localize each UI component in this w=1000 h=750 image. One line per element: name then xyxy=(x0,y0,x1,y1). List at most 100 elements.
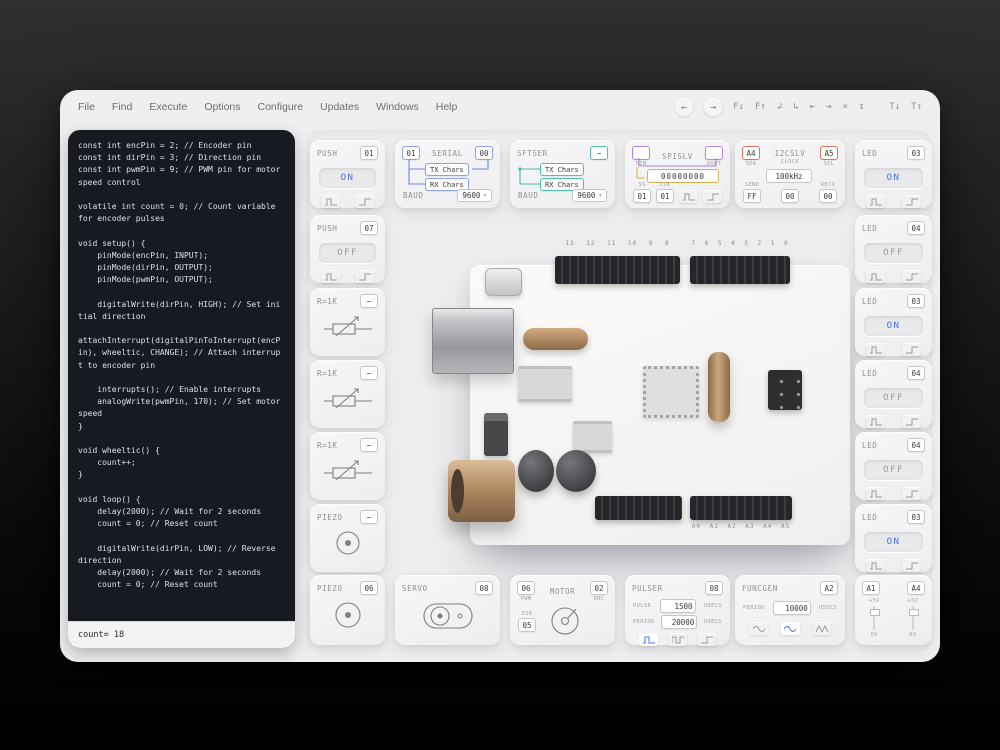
sda-pin[interactable]: A4 xyxy=(742,146,760,160)
collapse-button[interactable]: − xyxy=(360,510,378,524)
pin-assignment[interactable]: 06 xyxy=(360,581,378,595)
square-wave-icon[interactable] xyxy=(668,633,687,646)
font-increase-icon[interactable]: F↑ xyxy=(755,102,766,112)
ch2-slider-handle[interactable] xyxy=(909,609,919,616)
ch2-slider[interactable] xyxy=(912,606,914,630)
code-editor[interactable]: const int encPin = 2; // Encoder pin con… xyxy=(68,130,295,648)
level-view-icon[interactable] xyxy=(902,195,921,208)
nav-back-icon[interactable]: ← xyxy=(675,98,693,116)
pin-assignment[interactable]: 07 xyxy=(360,221,378,235)
pin-assignment[interactable]: 01 xyxy=(360,146,378,160)
toggle-mode-icon[interactable] xyxy=(355,270,374,283)
led-state-button[interactable]: OFF xyxy=(864,388,923,408)
collapse-button[interactable]: − xyxy=(590,146,608,160)
tx-pin[interactable]: 01 xyxy=(402,146,420,160)
spi-data-display[interactable]: 00000000 xyxy=(647,169,719,183)
dir-pin[interactable]: 05 xyxy=(518,618,536,632)
jump-back-icon[interactable]: ↲ xyxy=(777,102,782,112)
nav-forward-icon[interactable]: → xyxy=(704,98,722,116)
pulse-view-icon[interactable] xyxy=(866,195,885,208)
pin-assignment[interactable]: 04 xyxy=(907,438,925,452)
led-state-button[interactable]: ON xyxy=(864,316,923,336)
menu-updates[interactable]: Updates xyxy=(320,101,359,113)
send-value[interactable]: FF xyxy=(743,189,761,203)
pulse-view-icon[interactable] xyxy=(866,559,885,572)
rx-value[interactable]: 00 xyxy=(781,189,799,203)
triangle-wave-icon[interactable] xyxy=(781,622,800,635)
pulse-value[interactable]: 1500 xyxy=(660,599,696,613)
collapse-button[interactable]: − xyxy=(360,366,378,380)
indent-icon[interactable]: ⇥ xyxy=(826,102,831,112)
pulse-view-icon[interactable] xyxy=(866,415,885,428)
ch1-slider[interactable] xyxy=(873,606,875,630)
pin-assignment[interactable]: 03 xyxy=(907,510,925,524)
ss-pin[interactable]: 01 xyxy=(633,189,651,203)
pwm-pin[interactable]: 06 xyxy=(517,581,535,595)
pulse-view-icon[interactable] xyxy=(866,343,885,356)
menu-windows[interactable]: Windows xyxy=(376,101,419,113)
pin-assignment[interactable]: 04 xyxy=(907,366,925,380)
pulse-wave-icon[interactable] xyxy=(639,633,658,646)
led-state-button[interactable]: ON xyxy=(864,168,923,188)
jump-forward-icon[interactable]: ↳ xyxy=(793,102,798,112)
digital-pin-header-left[interactable] xyxy=(555,256,680,284)
collapse-button[interactable]: − xyxy=(360,294,378,308)
menu-help[interactable]: Help xyxy=(436,101,458,113)
momentary-mode-icon[interactable] xyxy=(321,195,340,208)
icsp-header[interactable] xyxy=(768,370,802,410)
pin-assignment[interactable]: 03 xyxy=(907,146,925,160)
channel-2-pin[interactable]: A4 xyxy=(907,581,925,595)
clock-rate-display[interactable]: 100kHz xyxy=(766,169,812,183)
recv-value[interactable]: 00 xyxy=(819,189,837,203)
level-view-icon[interactable] xyxy=(902,487,921,500)
baud-select[interactable]: 9600▾ xyxy=(572,189,607,202)
pin-assignment[interactable]: A2 xyxy=(820,581,838,595)
level-view-icon[interactable] xyxy=(902,559,921,572)
push-state-button[interactable]: OFF xyxy=(319,243,376,263)
pin-assignment[interactable]: 08 xyxy=(705,581,723,595)
baud-select[interactable]: 9600▾ xyxy=(457,189,492,202)
menu-find[interactable]: Find xyxy=(112,101,132,113)
clock-mode-icon[interactable] xyxy=(679,190,698,203)
sample-mode-icon[interactable] xyxy=(703,190,722,203)
tx-chars-button[interactable]: TX Chars xyxy=(540,163,584,176)
menu-file[interactable]: File xyxy=(78,101,95,113)
download-icon[interactable]: ↧ xyxy=(859,102,864,112)
level-view-icon[interactable] xyxy=(902,343,921,356)
menu-configure[interactable]: Configure xyxy=(258,101,304,113)
outdent-icon[interactable]: ⇤ xyxy=(810,102,815,112)
pulse-view-icon[interactable] xyxy=(866,270,885,283)
menu-execute[interactable]: Execute xyxy=(149,101,187,113)
push-state-button[interactable]: ON xyxy=(319,168,376,188)
collapse-button[interactable]: − xyxy=(360,438,378,452)
level-view-icon[interactable] xyxy=(902,415,921,428)
data-in-pin[interactable] xyxy=(632,146,650,160)
digital-pin-header-right[interactable] xyxy=(690,256,790,284)
channel-1-pin[interactable]: A1 xyxy=(862,581,880,595)
tx-chars-button[interactable]: TX Chars xyxy=(425,163,469,176)
code-content[interactable]: const int encPin = 2; // Encoder pin con… xyxy=(68,130,295,602)
text-size-down-icon[interactable]: T↓ xyxy=(889,102,900,112)
arduino-board[interactable]: 13 12 11 10 9 8 7 6 5 4 3 2 1 0 A0 A1 A2… xyxy=(395,220,855,570)
pin-assignment[interactable]: 04 xyxy=(907,221,925,235)
sawtooth-wave-icon[interactable] xyxy=(812,622,831,635)
scl-pin[interactable]: A5 xyxy=(820,146,838,160)
pulse-view-icon[interactable] xyxy=(866,487,885,500)
led-state-button[interactable]: ON xyxy=(864,532,923,552)
clk-pin[interactable]: 01 xyxy=(656,189,674,203)
pin-assignment[interactable]: 03 xyxy=(907,294,925,308)
momentary-mode-icon[interactable] xyxy=(321,270,340,283)
led-state-button[interactable]: OFF xyxy=(864,243,923,263)
enc-pin[interactable]: 02 xyxy=(590,581,608,595)
toggle-mode-icon[interactable] xyxy=(355,195,374,208)
power-pin-header[interactable] xyxy=(595,496,682,520)
font-decrease-icon[interactable]: F↓ xyxy=(733,102,744,112)
pin-assignment[interactable]: 08 xyxy=(475,581,493,595)
data-out-pin[interactable] xyxy=(705,146,723,160)
close-icon[interactable]: × xyxy=(842,102,847,112)
period-value[interactable]: 20000 xyxy=(661,615,697,629)
reset-button[interactable] xyxy=(485,268,522,296)
text-size-up-icon[interactable]: T↑ xyxy=(911,102,922,112)
sine-wave-icon[interactable] xyxy=(749,622,768,635)
ch1-slider-handle[interactable] xyxy=(870,609,880,616)
